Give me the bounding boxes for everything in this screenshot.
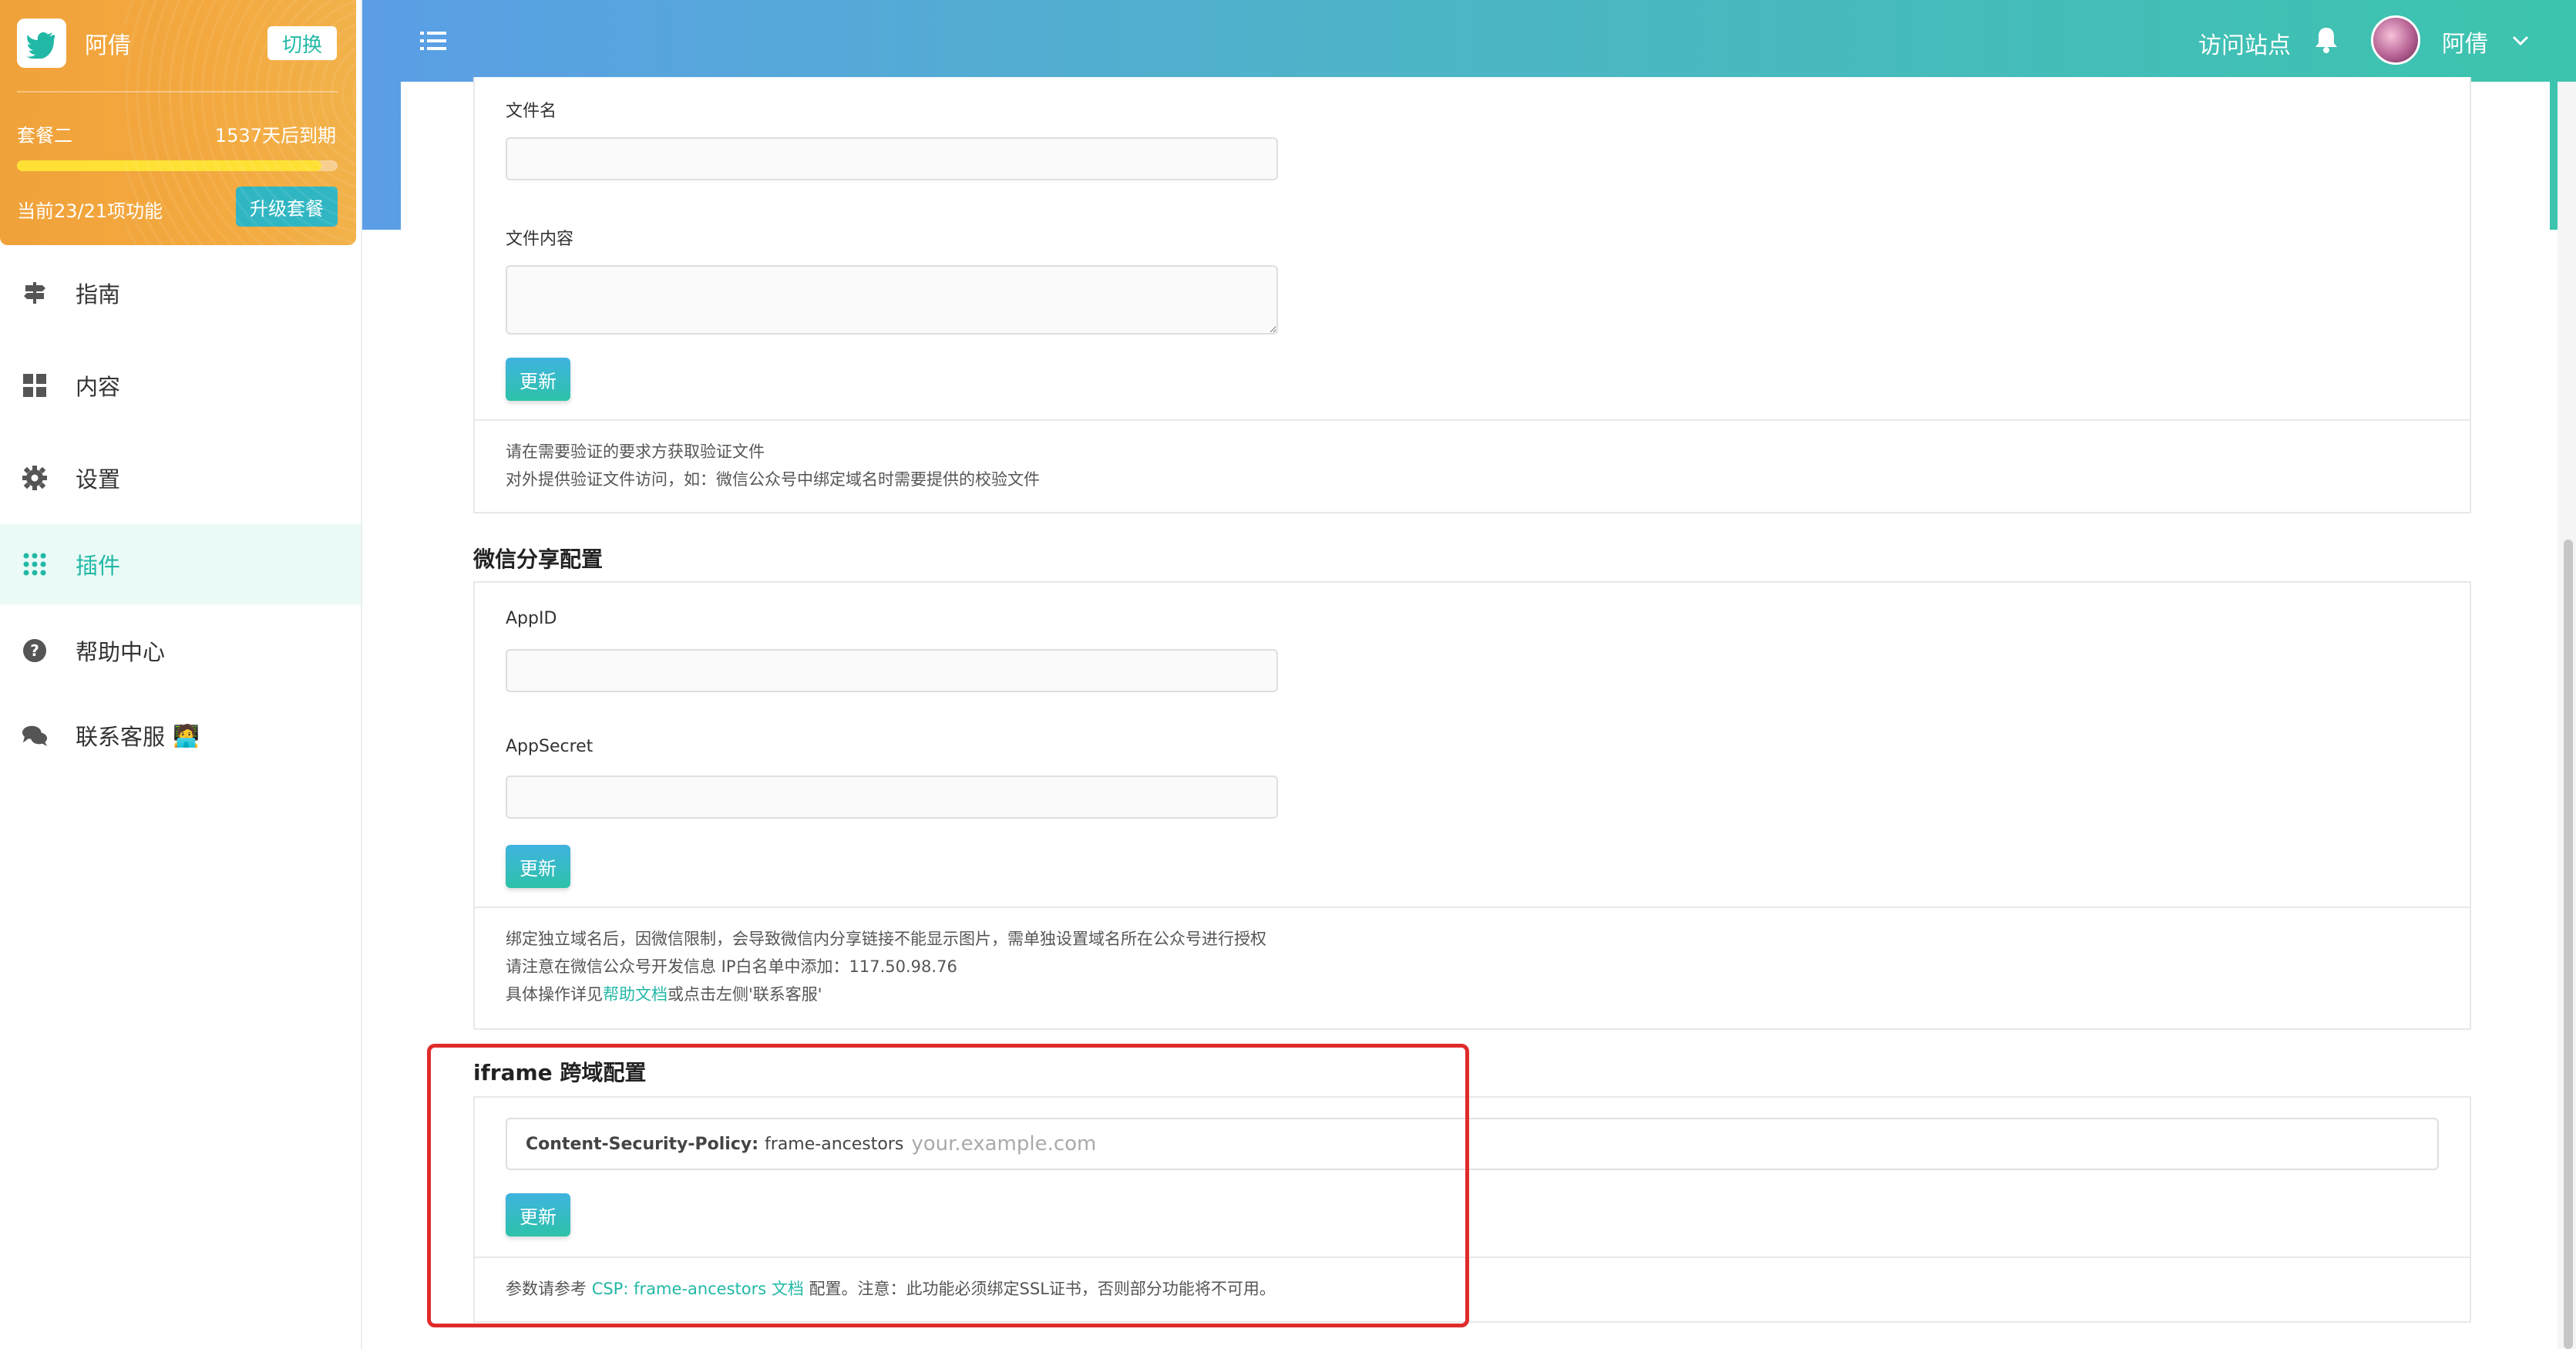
bird-icon	[26, 32, 55, 59]
sidebar-nav: 指南 内容 设置 插件 ? 帮助中心	[0, 247, 361, 774]
sidebar-item-label: 设置	[76, 466, 121, 493]
appsecret-label: AppSecret	[506, 737, 594, 756]
wechat-update-button[interactable]: 更新	[506, 845, 570, 888]
filename-input[interactable]	[506, 137, 1278, 180]
sidebar-item-contact[interactable]: 联系客服 🧑‍💻	[0, 697, 361, 774]
wechat-note-line2: 请注意在微信公众号开发信息 IP白名单中添加：117.50.98.76	[506, 957, 957, 976]
appid-input[interactable]	[506, 649, 1278, 692]
support-agent-icon: 🧑‍💻	[173, 722, 200, 749]
divider	[475, 419, 2470, 421]
sidebar-item-label: 指南	[76, 281, 121, 308]
wechat-note-line3: 具体操作详见帮助文档或点击左侧'联系客服'	[506, 981, 1266, 1008]
sidebar: 阿倩 切换 套餐二 1537天后到期 当前23/21项功能 升级套餐 指南 内容…	[0, 0, 362, 1349]
sidebar-item-plugins[interactable]: 插件	[0, 524, 361, 604]
divider	[17, 91, 338, 93]
verify-note-line2: 对外提供验证文件访问，如：微信公众号中绑定域名时需要提供的校验文件	[506, 470, 1040, 489]
file-content-label: 文件内容	[506, 230, 574, 249]
sidebar-item-content[interactable]: 内容	[0, 339, 361, 432]
sidebar-item-guide[interactable]: 指南	[0, 247, 361, 339]
wechat-section-title: 微信分享配置	[473, 547, 604, 572]
sidebar-item-label: 联系客服	[76, 724, 166, 750]
chevron-down-icon[interactable]	[2510, 29, 2531, 51]
bell-icon[interactable]	[2311, 25, 2342, 56]
switch-button[interactable]: 切换	[267, 26, 337, 60]
verify-update-button[interactable]: 更新	[506, 358, 570, 401]
divider	[475, 907, 2470, 908]
wechat-note-line1: 绑定独立域名后，因微信限制，会导致微信内分享链接不能显示图片，需单独设置域名所在…	[506, 930, 1266, 948]
upgrade-button[interactable]: 升级套餐	[236, 187, 338, 227]
appid-label: AppID	[506, 609, 557, 628]
user-name[interactable]: 阿倩	[2442, 25, 2488, 59]
wechat-note: 绑定独立域名后，因微信限制，会导致微信内分享链接不能显示图片，需单独设置域名所在…	[506, 925, 1266, 1008]
signpost-icon	[22, 280, 48, 306]
menu-toggle-icon[interactable]	[420, 28, 446, 54]
note-text: 具体操作详见	[506, 985, 603, 1004]
verify-note-line1: 请在需要验证的要求方获取验证文件	[506, 442, 765, 461]
sidebar-item-label: 帮助中心	[76, 639, 166, 665]
avatar[interactable]	[2371, 15, 2420, 65]
sidebar-item-settings[interactable]: 设置	[0, 432, 361, 524]
sidebar-item-label: 插件	[76, 553, 121, 579]
plan-card: 阿倩 切换 套餐二 1537天后到期 当前23/21项功能 升级套餐	[0, 0, 356, 245]
sidebar-item-help[interactable]: ? 帮助中心	[0, 604, 361, 697]
verify-note: 请在需要验证的要求方获取验证文件 对外提供验证文件访问，如：微信公众号中绑定域名…	[506, 438, 1040, 493]
gear-icon	[22, 465, 48, 491]
visit-site-link[interactable]: 访问站点	[2198, 26, 2291, 60]
plan-usage: 当前23/21项功能	[17, 200, 163, 222]
plan-progress-fill	[17, 160, 322, 171]
question-icon: ?	[22, 637, 48, 664]
plan-tier: 套餐二	[17, 125, 72, 146]
grid-icon	[22, 372, 48, 399]
help-doc-link[interactable]: 帮助文档	[603, 985, 668, 1004]
apps-icon	[22, 551, 48, 577]
sidebar-item-label: 内容	[76, 374, 121, 400]
plan-expire: 1537天后到期	[214, 125, 336, 146]
chat-icon	[22, 722, 48, 749]
highlight-box	[427, 1044, 1469, 1327]
plan-progress-bar	[17, 160, 338, 171]
note-text: 或点击左侧'联系客服'	[668, 985, 822, 1004]
logo	[17, 19, 66, 68]
plan-account-name: 阿倩	[85, 32, 131, 59]
svg-text:?: ?	[30, 641, 39, 660]
appsecret-input[interactable]	[506, 775, 1278, 819]
scrollbar-thumb[interactable]	[2564, 540, 2573, 1349]
file-content-textarea[interactable]	[506, 265, 1278, 335]
filename-label: 文件名	[506, 102, 557, 121]
